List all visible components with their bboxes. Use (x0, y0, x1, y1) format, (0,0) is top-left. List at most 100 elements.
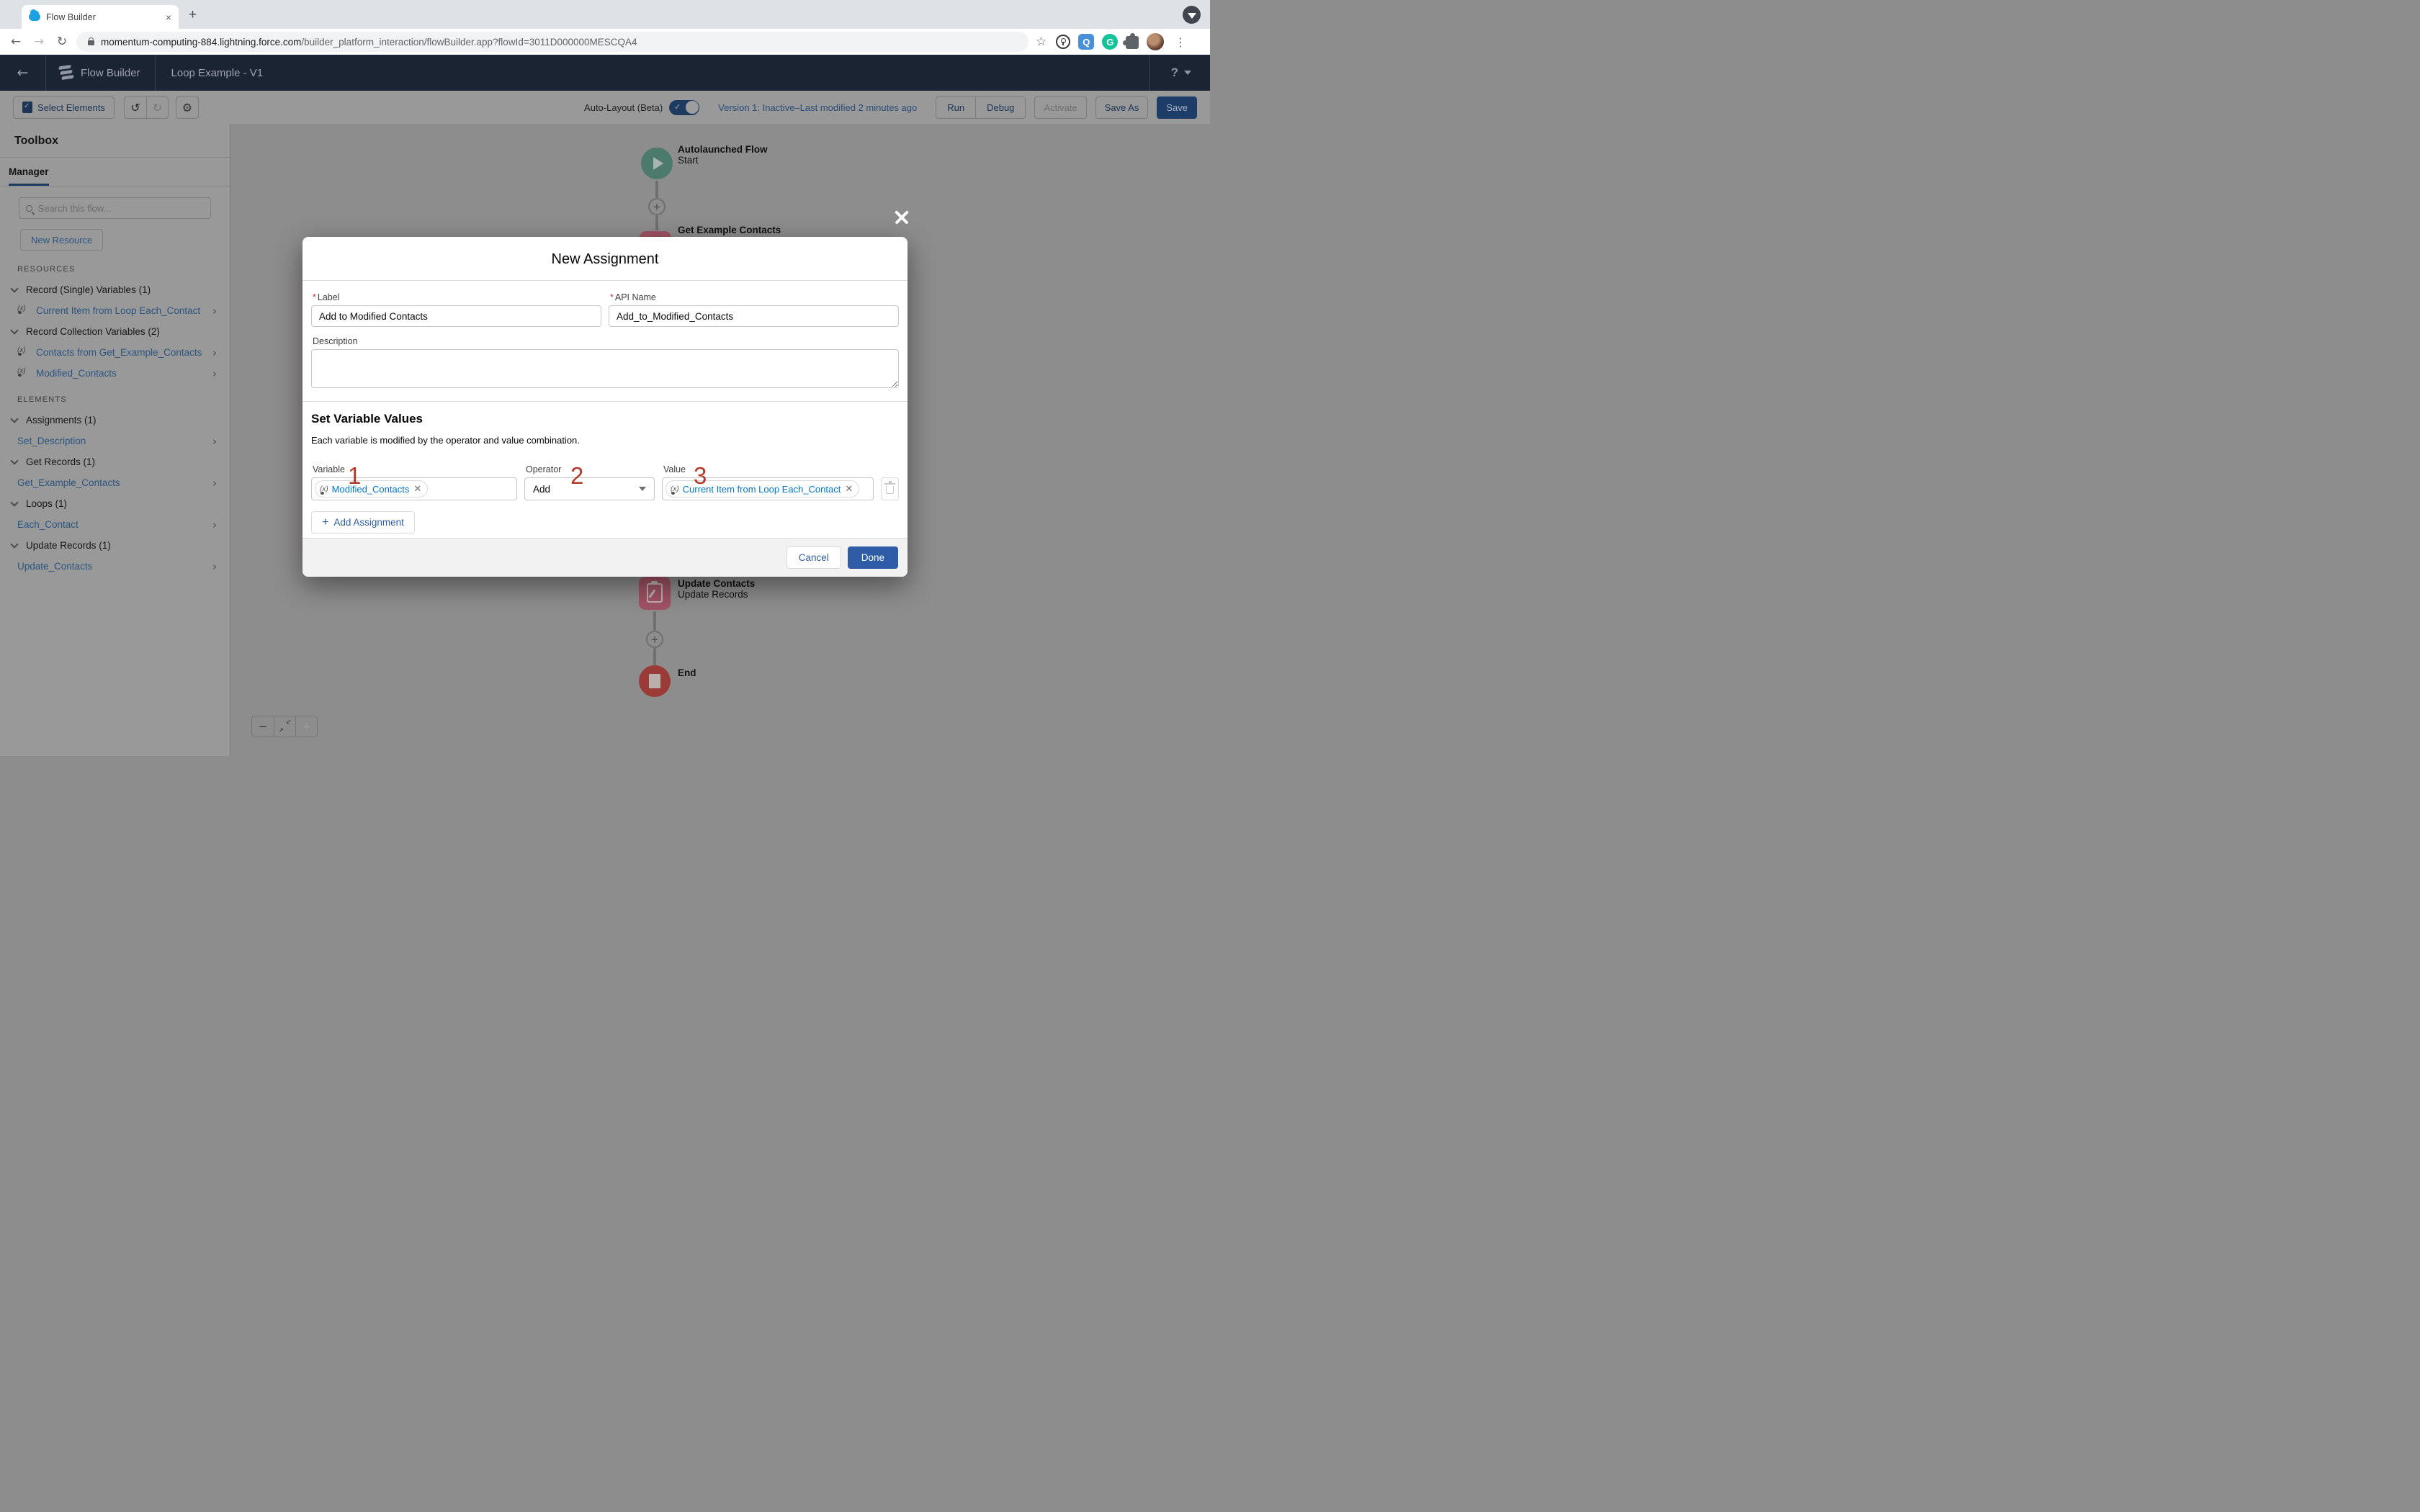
delete-assignment-button[interactable] (881, 477, 899, 500)
activate-button[interactable]: Activate (1034, 96, 1087, 119)
element-link[interactable]: Each_Contact (17, 519, 79, 530)
new-tab-button[interactable]: + (189, 8, 197, 22)
version-status: Version 1: Inactive–Last modified 2 minu… (718, 102, 918, 113)
zoom-fit-button[interactable]: ↙ ↗ (274, 716, 295, 737)
add-assignment-button[interactable]: + Add Assignment (311, 511, 415, 534)
add-element-button[interactable]: + (648, 198, 666, 215)
redo-button[interactable]: ↻ (145, 96, 168, 118)
flow-title: Loop Example - V1 (171, 66, 264, 79)
chevron-right-icon[interactable]: › (212, 367, 217, 380)
elements-tree: Assignments (1) Set_Description › Get Rec… (0, 410, 230, 577)
save-button[interactable]: Save (1157, 96, 1197, 119)
reload-button[interactable]: ↻ (50, 35, 73, 49)
chevron-down-icon (1187, 12, 1196, 19)
resource-link[interactable]: Contacts from Get_Example_Contacts (36, 347, 202, 358)
undo-button[interactable]: ↺ (125, 97, 146, 118)
element-group-get-records[interactable]: Get Records (1) (0, 451, 230, 472)
element-item-each-contact[interactable]: Each_Contact › (0, 514, 230, 535)
zoom-in-button[interactable]: + (295, 716, 317, 737)
update-records-node[interactable] (639, 577, 671, 610)
settings-gear-button[interactable]: ⚙ (175, 96, 199, 119)
remove-pill-icon[interactable]: ✕ (413, 484, 421, 495)
chevron-right-icon[interactable]: › (212, 518, 217, 531)
browser-tab[interactable]: Flow Builder × (22, 5, 179, 29)
element-item-update-contacts[interactable]: Update_Contacts › (0, 556, 230, 577)
element-group-assignments[interactable]: Assignments (1) (0, 410, 230, 431)
description-textarea[interactable] (311, 349, 899, 388)
variable-combobox[interactable]: (x) Modified_Contacts ✕ (311, 477, 517, 500)
grammarly-extension-icon[interactable]: G (1102, 34, 1119, 50)
canvas-zoom-controls: − ↙ ↗ + (251, 716, 318, 737)
element-item-set-description[interactable]: Set_Description › (0, 431, 230, 451)
app-name: Flow Builder (81, 55, 156, 91)
help-icon[interactable]: ? (1171, 66, 1178, 80)
browser-menu-icon[interactable]: ⋮ (1172, 35, 1192, 49)
chevron-right-icon[interactable]: › (212, 560, 217, 573)
done-button[interactable]: Done (847, 546, 898, 569)
resource-item-contacts[interactable]: (x) Contacts from Get_Example_Contacts › (0, 342, 230, 363)
element-item-get-example-contacts[interactable]: Get_Example_Contacts › (0, 472, 230, 493)
forward-button[interactable]: → (27, 35, 50, 49)
modal-footer: Cancel Done (302, 538, 908, 577)
url-domain: momentum-computing-884.lightning.force.c… (101, 36, 302, 48)
operator-value: Add (533, 483, 551, 495)
variable-pill[interactable]: (x) Modified_Contacts ✕ (315, 480, 429, 498)
debug-button[interactable]: Debug (975, 96, 1025, 118)
chevron-right-icon[interactable]: › (212, 305, 217, 318)
resource-link[interactable]: Current Item from Loop Each_Contact (36, 305, 200, 316)
browser-tab-strip: Flow Builder × + (0, 0, 1210, 29)
browser-profile-avatar[interactable] (1147, 33, 1165, 50)
bookmark-star-icon[interactable]: ☆ (1036, 35, 1047, 49)
operator-select[interactable]: Add (524, 477, 655, 500)
blue-search-extension-icon[interactable]: Q (1078, 34, 1095, 50)
cancel-button[interactable]: Cancel (786, 546, 841, 569)
label-input[interactable] (311, 305, 601, 327)
chevron-right-icon[interactable]: › (212, 477, 217, 490)
element-group-update-records[interactable]: Update Records (1) (0, 535, 230, 556)
element-group-loops[interactable]: Loops (1) (0, 493, 230, 514)
toggle-check-icon: ✓ (674, 102, 681, 112)
resource-link[interactable]: Modified_Contacts (36, 368, 117, 379)
chevron-right-icon[interactable]: › (212, 435, 217, 448)
operator-label: Operator (526, 464, 562, 474)
address-bar[interactable]: momentum-computing-884.lightning.force.c… (76, 32, 1028, 52)
extensions-puzzle-icon[interactable] (1123, 33, 1139, 49)
element-link[interactable]: Set_Description (17, 436, 86, 446)
set-variable-values-help: Each variable is modified by the operato… (311, 435, 580, 446)
element-link[interactable]: Get_Example_Contacts (17, 477, 120, 488)
search-input[interactable] (37, 202, 204, 214)
group-label: Record Collection Variables (2) (26, 326, 160, 337)
resource-group-record-single[interactable]: Record (Single) Variables (1) (0, 279, 230, 300)
end-square-icon (649, 674, 660, 688)
select-elements-button[interactable]: Select Elements (13, 96, 115, 119)
end-node[interactable] (639, 665, 671, 697)
element-link[interactable]: Update_Contacts (17, 561, 92, 572)
run-button[interactable]: Run (936, 97, 975, 118)
auto-layout-toggle[interactable]: ✓ (669, 99, 700, 115)
tab-close-icon[interactable]: × (166, 12, 171, 22)
modal-close-button[interactable] (893, 209, 910, 226)
remove-pill-icon[interactable]: ✕ (845, 484, 853, 495)
help-menu[interactable]: ? (1148, 55, 1210, 91)
add-element-button[interactable]: + (646, 631, 663, 648)
resource-group-record-collection[interactable]: Record Collection Variables (2) (0, 321, 230, 342)
onepassword-extension-icon[interactable] (1056, 35, 1071, 49)
api-name-input[interactable] (609, 305, 899, 327)
padlock-icon[interactable] (88, 37, 94, 45)
group-label: Update Records (1) (26, 540, 111, 551)
tab-search-button[interactable] (1183, 6, 1201, 24)
start-node[interactable] (641, 148, 673, 179)
variable-icon: (x) (17, 305, 26, 314)
chevron-right-icon[interactable]: › (212, 346, 217, 359)
back-button[interactable]: ← (4, 35, 27, 49)
flow-search-box[interactable] (19, 197, 211, 219)
new-assignment-modal: New Assignment *Label *API Name Descript… (302, 237, 908, 577)
resource-item-modified-contacts[interactable]: (x) Modified_Contacts › (0, 363, 230, 384)
new-resource-button[interactable]: New Resource (20, 229, 104, 251)
save-as-button[interactable]: Save As (1095, 96, 1149, 119)
zoom-out-button[interactable]: − (252, 716, 274, 737)
resource-item-current-item[interactable]: (x) Current Item from Loop Each_Contact › (0, 300, 230, 321)
start-node-subtitle: Start (678, 155, 699, 166)
tab-manager[interactable]: Manager (9, 166, 49, 186)
back-arrow-button[interactable]: ← (0, 55, 46, 91)
